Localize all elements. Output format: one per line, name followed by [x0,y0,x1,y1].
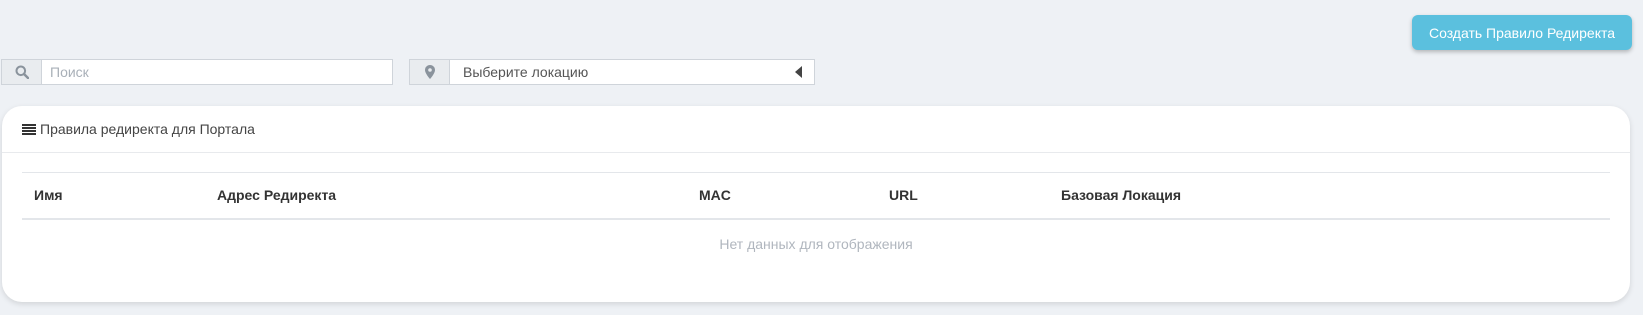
panel-title: Правила редиректа для Портала [40,121,255,137]
map-marker-icon [410,60,450,84]
search-input[interactable] [42,60,392,84]
empty-row: Нет данных для отображения [22,219,1610,269]
create-redirect-rule-button[interactable]: Создать Правило Редиректа [1412,15,1632,50]
table-header-row: Имя Адрес Редиректа MAC URL Базовая Лока… [22,172,1610,220]
location-selector[interactable]: Выберите локацию [409,59,815,85]
redirect-rules-table-wrap: Имя Адрес Редиректа MAC URL Базовая Лока… [22,172,1610,269]
column-header-url[interactable]: URL [877,172,1049,220]
column-header-mac[interactable]: MAC [687,172,877,220]
panel-header: Правила редиректа для Портала [2,106,1630,153]
list-icon [22,123,36,135]
redirect-rules-panel: Правила редиректа для Портала Имя Адрес … [2,106,1630,302]
search-box [1,59,393,85]
caret-left-icon[interactable] [795,66,802,78]
column-header-base-location[interactable]: Базовая Локация [1049,172,1610,220]
location-select[interactable]: Выберите локацию [450,60,814,84]
search-icon [2,60,42,84]
location-select-value: Выберите локацию [463,64,589,80]
empty-message: Нет данных для отображения [719,236,913,252]
column-header-redirect-address[interactable]: Адрес Редиректа [205,172,687,220]
column-header-name[interactable]: Имя [22,172,205,220]
redirect-rules-table: Имя Адрес Редиректа MAC URL Базовая Лока… [22,172,1610,269]
